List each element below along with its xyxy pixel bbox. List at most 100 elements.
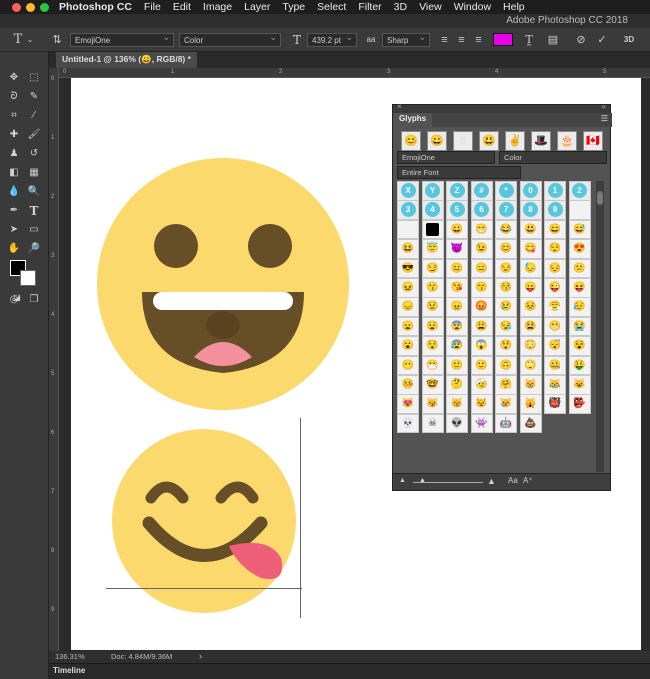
shape-tool-icon[interactable]: ▭ [25,222,43,238]
keycap-glyph[interactable]: 2 [568,181,591,201]
emoji-glyph[interactable]: 😻 [397,394,419,414]
emoji-glyph[interactable]: 😮 [397,336,419,356]
emoji-glyph[interactable]: 😋 [519,239,542,259]
emoji-glyph[interactable]: 😑 [470,258,493,279]
emoji-glyph[interactable]: 👹 [544,394,566,414]
emoji-glyph[interactable]: 😬 [544,316,566,337]
emoji-glyph[interactable]: 😩 [470,316,493,337]
emoji-glyph[interactable]: 😄 [544,219,566,240]
emoji-glyph[interactable]: 😪 [495,316,517,337]
emoji-glyph[interactable]: 🤕 [470,375,493,395]
emoji-glyph[interactable]: 😃 [519,219,542,240]
emoji-glyph[interactable]: 😺 [568,375,591,395]
stamp-tool-icon[interactable]: ♟ [5,146,23,162]
glyphs-font-style-select[interactable]: Color [499,151,607,164]
increase-size-icon[interactable]: A⁺ [523,476,533,485]
brush-tool-icon[interactable]: 🖌 [25,127,43,143]
recent-glyph[interactable]: 🎩 [531,131,551,151]
recent-glyph[interactable]: ✌ [505,131,525,151]
emoji-glyph[interactable]: 😶 [397,355,419,376]
emoji-glyph[interactable]: 😒 [495,258,517,279]
menu-item[interactable]: Help [503,1,525,13]
keycap-glyph[interactable]: 5 [446,200,468,220]
timeline-panel-tab[interactable]: Timeline [49,663,650,679]
status-menu-arrow-icon[interactable]: › [199,651,202,661]
decrease-size-icon[interactable]: Aa [508,476,518,485]
emoji-glyph[interactable]: 😕 [568,258,591,279]
emoji-glyph[interactable]: 😛 [519,278,542,298]
horizontal-guide[interactable] [106,588,302,589]
text-orientation-icon[interactable]: ⇅ [50,33,64,47]
emoji-glyph[interactable]: 😰 [446,336,468,356]
keycap-glyph[interactable]: 4 [421,200,444,220]
keycap-glyph[interactable]: Z [446,181,468,201]
minimize-window-button[interactable] [26,2,35,12]
healing-tool-icon[interactable]: ✚ [5,127,23,143]
emoji-glyph[interactable]: 🙄 [519,355,542,376]
emoji-glyph[interactable]: 😾 [470,394,493,414]
emoji-glyph[interactable]: 👽 [446,413,468,434]
emoji-glyph[interactable]: 😊 [495,239,517,259]
emoji-glyph[interactable]: 🙃 [495,355,517,376]
emoji-glyph[interactable]: 🙂 [470,355,493,376]
emoji-glyph[interactable]: 😝 [568,278,591,298]
emoji-glyph[interactable]: 😂 [495,219,517,240]
eyedropper-tool-icon[interactable]: ⁄ [25,108,43,124]
emoji-glyph[interactable]: 😈 [446,239,468,259]
emoji-glyph[interactable]: 😘 [446,278,468,298]
blur-tool-icon[interactable]: 💧 [5,184,23,200]
keycap-glyph[interactable]: 9 [544,200,566,220]
vertical-ruler[interactable]: 0 1 2 3 4 5 6 7 8 9 [49,68,59,651]
recent-glyph[interactable]: 🎂 [557,131,577,151]
emoji-glyph[interactable]: 🤑 [568,355,591,376]
emoji-glyph[interactable]: 😏 [421,258,444,279]
keycap-glyph[interactable]: * [495,181,517,201]
font-family-select[interactable]: EmojiOne [70,32,174,47]
emoji-glyph[interactable]: 😔 [544,258,566,279]
emoji-glyph[interactable]: 🤒 [397,375,419,395]
collapse-icon[interactable]: « [602,102,606,111]
emoji-glyph[interactable]: 💀 [397,413,419,434]
emoji-glyph[interactable]: 😢 [495,297,517,317]
background-color-swatch[interactable] [20,270,36,286]
keycap-glyph[interactable]: 8 [519,200,542,220]
horizontal-ruler[interactable]: 0 1 2 3 4 5 [49,68,650,78]
glyph-cell[interactable] [397,219,419,240]
history-brush-icon[interactable]: ↺ [25,146,43,162]
font-style-select[interactable]: Color [179,32,281,47]
eraser-tool-icon[interactable]: ◧ [5,165,23,181]
glyphs-font-family-select[interactable]: EmojiOne [397,151,495,164]
emoji-glyph[interactable]: 😠 [446,297,468,317]
antialias-select[interactable]: Sharp [382,32,430,47]
emoji-glyph[interactable]: 😓 [519,258,542,279]
hand-tool-icon[interactable]: ✋ [5,241,23,257]
emoji-glyph[interactable]: 😐 [446,258,468,279]
emoji-glyph[interactable]: 😜 [544,278,566,298]
menu-item[interactable]: File [144,1,161,13]
emoji-glyph[interactable]: 😞 [397,297,419,317]
keycap-glyph[interactable]: 6 [470,200,493,220]
chevron-down-icon[interactable]: ⌄ [26,33,34,47]
emoji-glyph[interactable]: 😯 [421,336,444,356]
emoji-glyph[interactable]: 🤔 [446,375,468,395]
document-tab[interactable]: Untitled-1 @ 136% (😀, RGB/8) * [56,52,197,68]
emoji-glyph[interactable]: 😣 [519,297,542,317]
cancel-icon[interactable]: ⊘ [574,33,588,47]
keycap-glyph[interactable]: 7 [495,200,517,220]
close-icon[interactable]: × [397,102,402,111]
close-window-button[interactable] [12,2,21,12]
dodge-tool-icon[interactable]: 🔍 [25,184,43,200]
emoji-glyph[interactable]: 😥 [568,297,591,317]
emoji-glyph[interactable]: 😼 [421,394,444,414]
emoji-glyph[interactable]: 😇 [421,239,444,259]
move-tool-icon[interactable]: ✥ [5,70,23,86]
crop-tool-icon[interactable]: ⌗ [5,108,23,124]
emoji-glyph[interactable]: 🤓 [421,375,444,395]
menu-item[interactable]: Layer [244,1,270,13]
emoji-glyph[interactable]: 👺 [568,394,591,414]
quick-select-tool-icon[interactable]: ✎ [25,89,43,105]
3d-icon[interactable]: 3D [620,33,638,47]
emoji-glyph[interactable]: 😨 [446,316,468,337]
type-tool-preset-icon[interactable]: T [10,33,26,47]
black-square-glyph[interactable] [421,219,444,240]
